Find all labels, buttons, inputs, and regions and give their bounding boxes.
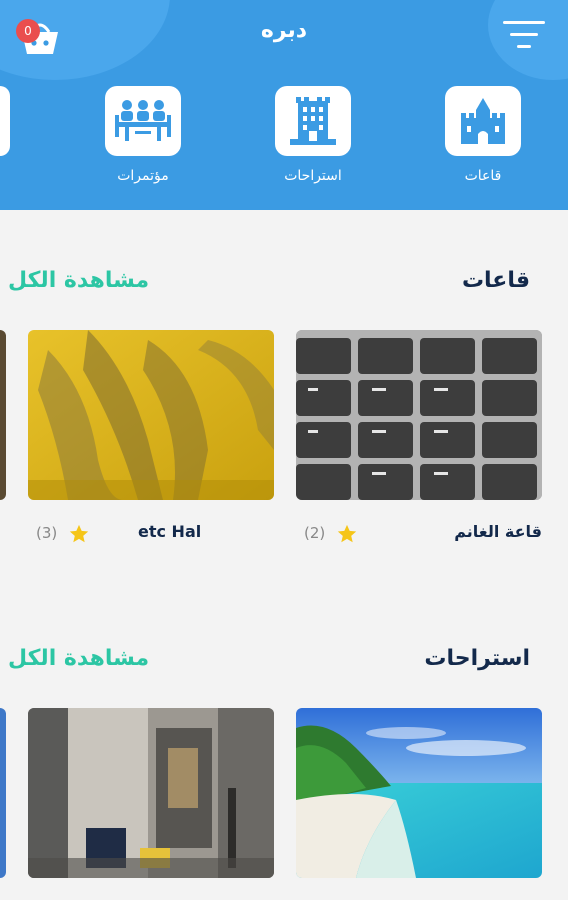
cart-button[interactable]: 0 — [14, 16, 66, 58]
filter-icon — [503, 21, 545, 48]
category-conferences[interactable]: مؤتمرات — [98, 86, 188, 184]
venue-photo — [296, 330, 542, 500]
venue-photo — [28, 708, 274, 878]
tower-building-icon — [290, 97, 336, 145]
partial-card-image[interactable] — [0, 330, 6, 500]
star-icon — [69, 524, 89, 543]
card-image[interactable] — [28, 708, 274, 878]
card-image[interactable] — [296, 330, 542, 500]
category-rest-houses[interactable]: استراحات — [268, 86, 358, 184]
section-title-rest-houses: استراحات — [424, 646, 530, 671]
category-label: استراحات — [284, 168, 342, 184]
star-icon — [337, 524, 357, 543]
app-header: دبره 0 قاعات استراحات مؤتمرات — [0, 0, 568, 210]
venue-photo — [28, 330, 274, 500]
partial-card-image[interactable] — [0, 708, 6, 878]
conference-meeting-icon — [115, 100, 171, 141]
card-title[interactable]: etc Hal — [138, 522, 201, 541]
venue-photo — [296, 708, 542, 878]
cart-count-badge: 0 — [16, 19, 40, 43]
category-label: قاعات — [464, 168, 502, 184]
category-tile — [445, 86, 521, 156]
category-label: مؤتمرات — [117, 168, 169, 184]
rating-count: (3) — [36, 524, 58, 542]
app-title: دبره — [260, 18, 308, 43]
rating-count: (2) — [304, 524, 326, 542]
filter-menu-button[interactable] — [503, 20, 545, 50]
category-halls[interactable]: قاعات — [438, 86, 528, 184]
category-tile — [275, 86, 351, 156]
section-title-halls: قاعات — [461, 268, 530, 293]
category-partial-tile[interactable] — [0, 86, 10, 156]
see-all-halls-link[interactable]: مشاهدة الكل — [8, 268, 149, 293]
see-all-rest-houses-link[interactable]: مشاهدة الكل — [8, 646, 149, 671]
card-title[interactable]: قاعة الغانم — [454, 522, 542, 541]
card-image[interactable] — [296, 708, 542, 878]
category-tile — [105, 86, 181, 156]
castle-icon — [461, 98, 505, 144]
card-image[interactable] — [28, 330, 274, 500]
